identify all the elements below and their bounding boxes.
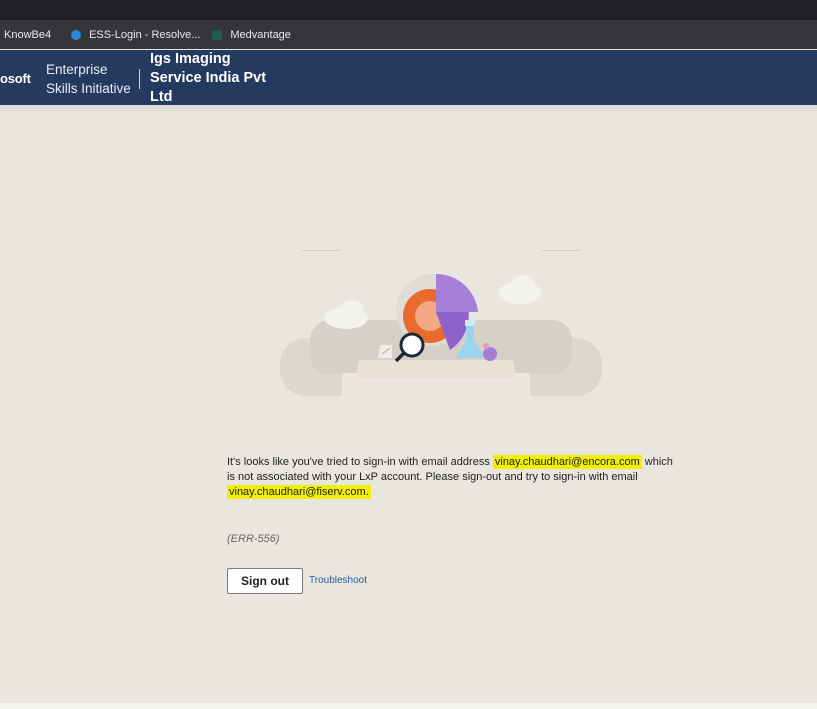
brand-logo-text[interactable]: osoft [0,71,31,86]
cloud-left-icon [324,300,368,329]
bookmark-knowbe4[interactable]: KnowBe4 [0,24,57,46]
org-name-line1: Igs Imaging [150,51,231,67]
error-illustration [280,250,602,397]
bookmarks-bar: KnowBe4 ESS-Login - Resolve... Medvantag… [0,20,817,49]
signed-in-email: vinay.chaudhari@encora.com [492,455,642,469]
sign-out-button[interactable]: Sign out [227,568,303,594]
troubleshoot-link[interactable]: Troubleshoot [309,575,367,586]
header-divider [139,69,140,89]
header-shadow [0,105,817,115]
cloud-right-icon [498,275,542,304]
error-code: (ERR-556) [227,533,280,545]
error-message: It's looks like you've tried to sign-in … [227,455,677,500]
app-name-line1: Enterprise [46,62,108,77]
message-text-1: It's looks like you've tried to sign-in … [227,456,493,468]
bookmark-medvantage[interactable]: Medvantage [206,24,297,46]
expected-email: vinay.chaudhari@fiserv.com. [227,485,371,499]
organization-name: Igs Imaging Service India Pvt Ltd [150,50,280,107]
medvantage-icon [212,29,223,40]
app-name-line2: Skills Initiative [46,81,131,96]
bookmark-label: Medvantage [230,28,291,41]
org-name-line2: Service India Pvt [150,70,267,86]
footer-strip [0,703,817,709]
bookmark-label: ESS-Login - Resolve... [89,28,201,41]
app-name[interactable]: Enterprise Skills Initiative [46,60,131,98]
app-header: osoft Enterprise Skills Initiative Igs I… [0,50,817,105]
bookmark-label: KnowBe4 [4,28,52,41]
ess-login-icon [71,29,82,40]
browser-titlebar [0,0,817,20]
bookmark-ess-login[interactable]: ESS-Login - Resolve... [65,24,206,46]
